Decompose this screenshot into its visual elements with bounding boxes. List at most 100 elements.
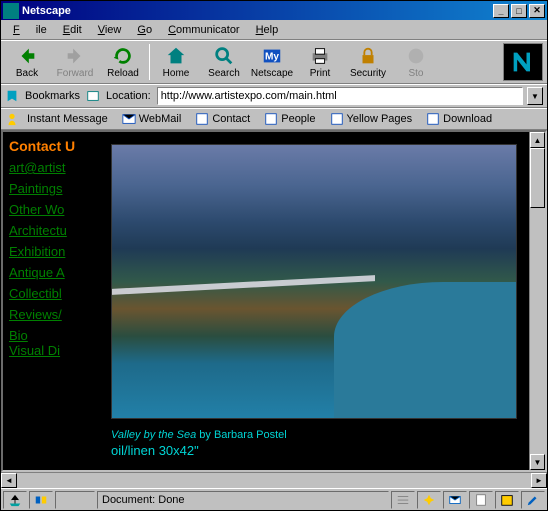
location-label: Location: <box>104 90 153 102</box>
component-icon <box>34 493 48 507</box>
people-link[interactable]: People <box>258 112 321 126</box>
sidebar-link-architecture[interactable]: Architectu <box>9 223 93 238</box>
search-button[interactable]: Search <box>200 42 248 82</box>
aim-icon <box>5 112 19 126</box>
status-netscape[interactable] <box>3 491 27 509</box>
page-status-icon <box>474 493 488 507</box>
stop-button[interactable]: Sto <box>392 42 440 82</box>
sidebar-heading: Contact U <box>9 138 93 154</box>
calendar-icon <box>500 493 514 507</box>
menu-help[interactable]: Help <box>248 22 287 38</box>
edit-icon <box>526 493 540 507</box>
sidebar: Contact U art@artist Paintings Other Wo … <box>3 132 99 470</box>
security-button[interactable]: Security <box>344 42 392 82</box>
toolbar: Back Forward Reload Home Search MyNetsca… <box>1 40 547 84</box>
status-tool-4[interactable] <box>469 491 493 509</box>
menu-view[interactable]: View <box>90 22 130 38</box>
tool-icon <box>396 493 410 507</box>
titlebar: Netscape _ □ ✕ <box>1 1 547 20</box>
sidebar-link-reviews[interactable]: Reviews/ <box>9 307 93 322</box>
home-icon <box>165 45 187 67</box>
reload-button[interactable]: Reload <box>99 42 147 82</box>
sidebar-link-other[interactable]: Other Wo <box>9 202 93 217</box>
status-progress <box>55 491 95 509</box>
artwork-image <box>111 144 517 419</box>
contact-link[interactable]: Contact <box>189 112 256 126</box>
main-panel: Valley by the Sea by Barbara Postel oil/… <box>99 132 529 470</box>
hscroll-track[interactable] <box>17 473 531 488</box>
print-icon <box>309 45 331 67</box>
url-input[interactable] <box>157 87 523 105</box>
statusbar: Document: Done <box>1 488 547 510</box>
status-component[interactable] <box>29 491 53 509</box>
bookmarks-label[interactable]: Bookmarks <box>23 90 82 102</box>
search-icon <box>213 45 235 67</box>
menu-communicator[interactable]: Communicator <box>160 22 248 38</box>
download-link[interactable]: Download <box>420 112 498 126</box>
bookmarks-icon <box>5 89 19 103</box>
status-tool-3[interactable] <box>443 491 467 509</box>
location-bar: Bookmarks Location: ▼ <box>1 84 547 108</box>
sparkle-icon <box>422 493 436 507</box>
maximize-button[interactable]: □ <box>511 4 527 18</box>
sidebar-link-bio[interactable]: Bio <box>9 328 93 343</box>
app-window: Netscape _ □ ✕ File Edit View Go Communi… <box>0 0 548 511</box>
ship-icon <box>8 493 22 507</box>
yellowpages-icon <box>330 112 344 126</box>
scroll-right-button[interactable]: ► <box>531 473 547 488</box>
webmail-link[interactable]: WebMail <box>116 112 188 126</box>
artwork-medium: oil/linen 30x42" <box>111 443 517 458</box>
reload-icon <box>112 45 134 67</box>
home-button[interactable]: Home <box>152 42 200 82</box>
yellowpages-link[interactable]: Yellow Pages <box>324 112 419 126</box>
forward-button[interactable]: Forward <box>51 42 99 82</box>
status-tool-5[interactable] <box>495 491 519 509</box>
artwork-title: Valley by the Sea <box>111 429 196 441</box>
scroll-track[interactable] <box>530 148 545 454</box>
close-button[interactable]: ✕ <box>529 4 545 18</box>
instant-message-link[interactable]: Instant Message <box>21 113 114 125</box>
status-tool-6[interactable] <box>521 491 545 509</box>
minimize-button[interactable]: _ <box>493 4 509 18</box>
status-tool-1[interactable] <box>391 491 415 509</box>
scroll-left-button[interactable]: ◄ <box>1 473 17 488</box>
mail-status-icon <box>448 493 462 507</box>
location-icon <box>86 89 100 103</box>
content-area: Contact U art@artist Paintings Other Wo … <box>1 130 547 472</box>
sidebar-link-exhibition[interactable]: Exhibition <box>9 244 93 259</box>
people-icon <box>264 112 278 126</box>
sidebar-link-paintings[interactable]: Paintings <box>9 181 93 196</box>
scroll-thumb[interactable] <box>530 148 545 208</box>
menu-file[interactable]: File <box>5 22 55 38</box>
menubar: File Edit View Go Communicator Help <box>1 20 547 40</box>
sidebar-link-antique[interactable]: Antique A <box>9 265 93 280</box>
svg-text:My: My <box>265 52 279 63</box>
window-title: Netscape <box>22 5 71 17</box>
status-text: Document: Done <box>97 491 389 509</box>
scroll-down-button[interactable]: ▼ <box>530 454 545 470</box>
security-icon <box>357 45 379 67</box>
artwork-caption: Valley by the Sea by Barbara Postel oil/… <box>111 419 517 458</box>
horizontal-scrollbar[interactable]: ◄ ► <box>1 472 547 488</box>
back-icon <box>16 45 38 67</box>
url-dropdown[interactable]: ▼ <box>527 87 543 105</box>
throbber <box>503 43 543 81</box>
back-button[interactable]: Back <box>3 42 51 82</box>
contact-icon <box>195 112 209 126</box>
mail-icon <box>122 112 136 126</box>
app-icon <box>3 3 19 19</box>
netscape-icon: My <box>261 45 283 67</box>
stop-icon <box>405 45 427 67</box>
artwork-artist: Barbara Postel <box>214 429 287 441</box>
personal-toolbar: Instant Message WebMail Contact People Y… <box>1 108 547 130</box>
print-button[interactable]: Print <box>296 42 344 82</box>
sidebar-link-collectibl[interactable]: Collectibl <box>9 286 93 301</box>
status-tool-2[interactable] <box>417 491 441 509</box>
scroll-up-button[interactable]: ▲ <box>530 132 545 148</box>
menu-go[interactable]: Go <box>129 22 160 38</box>
netscape-button[interactable]: MyNetscape <box>248 42 296 82</box>
vertical-scrollbar[interactable]: ▲ ▼ <box>529 132 545 470</box>
sidebar-email[interactable]: art@artist <box>9 160 93 175</box>
menu-edit[interactable]: Edit <box>55 22 90 38</box>
sidebar-link-visual[interactable]: Visual Di <box>9 343 93 358</box>
